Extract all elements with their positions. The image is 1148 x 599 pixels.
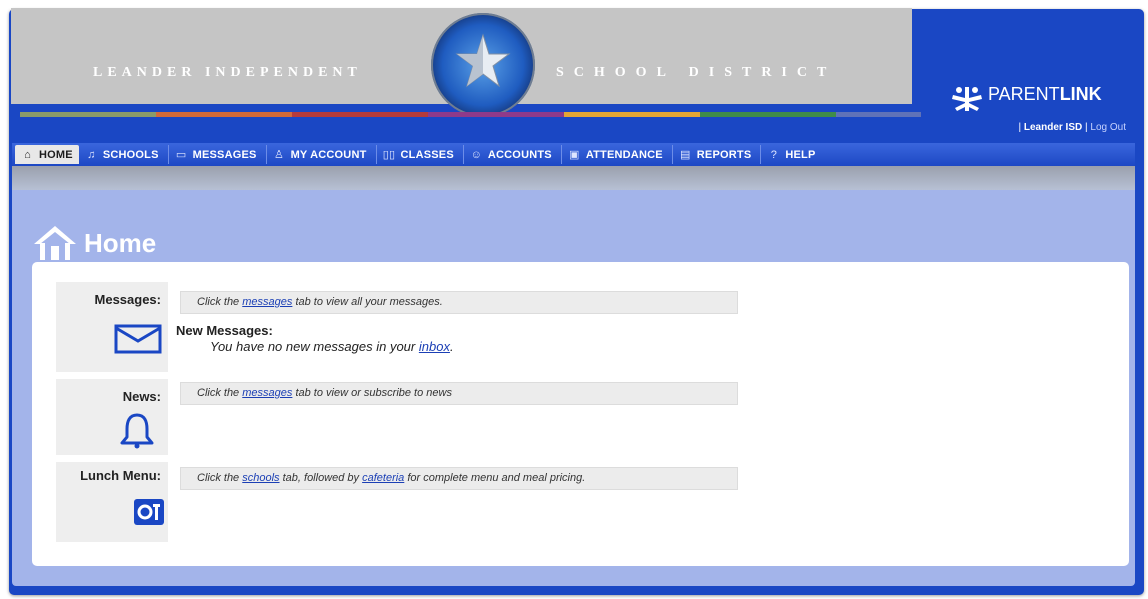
district-link[interactable]: Leander ISD [1024, 122, 1082, 133]
home-icon: ⌂ [24, 148, 31, 161]
tab-label: CLASSES [400, 148, 454, 161]
status-text: . [449, 339, 454, 354]
page-title: Home [32, 224, 156, 262]
link-separator: | [1018, 122, 1022, 133]
bell-icon: ♫ [87, 148, 96, 161]
hint-text: tab to view or subscribe to news [292, 387, 452, 399]
tab-schools[interactable]: ♫ SCHOOLS [79, 145, 169, 164]
stripe-segment [836, 112, 921, 117]
main-nav: ⌂ HOME ♫ SCHOOLS ▭ MESSAGES ♙ MY ACCOUNT… [12, 143, 1135, 166]
home-icon [34, 226, 76, 260]
parentlink-brand: PARENTLINK [988, 84, 1102, 105]
cafeteria-link[interactable]: cafeteria [362, 472, 404, 484]
lunch-tray-icon [134, 499, 164, 525]
tab-help[interactable]: ? HELP [761, 145, 824, 164]
top-links: | Leander ISD | Log Out [1018, 122, 1126, 133]
stripe-segment [292, 112, 428, 117]
hint-text: Click the [197, 387, 243, 399]
news-label: News: [122, 389, 161, 404]
tab-label: ATTENDANCE [585, 148, 663, 161]
stripe-segment [700, 112, 836, 117]
tab-messages[interactable]: ▭ MESSAGES [169, 145, 267, 164]
messages-hint: Click the messages tab to view all your … [180, 291, 738, 314]
news-section: News: Click the messages tab to view or … [56, 379, 756, 455]
tab-label: MESSAGES [192, 148, 257, 161]
tab-classes[interactable]: ▯▯ CLASSES [377, 145, 464, 164]
messages-section: Messages: Click the messages tab to view… [56, 282, 756, 372]
tab-label: REPORTS [696, 148, 752, 161]
new-messages-title: New Messages: [176, 323, 273, 338]
banner-left-text: Leander Independent [93, 65, 362, 80]
messages-tab-link[interactable]: messages [242, 296, 292, 308]
logout-link[interactable]: Log Out [1090, 122, 1126, 133]
tab-reports[interactable]: ▤ REPORTS [673, 145, 762, 164]
link-separator: | [1085, 122, 1088, 133]
envelope-icon: ▭ [175, 149, 187, 161]
book-icon: ▯▯ [382, 149, 396, 161]
calendar-icon: ▣ [569, 149, 580, 161]
tab-home[interactable]: ⌂ HOME [15, 145, 79, 164]
hint-text: for complete menu and meal pricing. [404, 472, 586, 484]
hint-text: tab to view all your messages. [292, 296, 443, 308]
nav-subband [12, 166, 1135, 190]
parentlink-logo-icon [952, 87, 982, 111]
new-messages-status: You have no new messages in your inbox. [210, 339, 454, 354]
bell-icon [120, 413, 154, 449]
hint-text: Click the [197, 472, 243, 484]
hint-text: tab, followed by [279, 472, 363, 484]
stripe-segment [564, 112, 700, 117]
lunch-hint: Click the schools tab, followed by cafet… [180, 467, 738, 490]
stripe-segment [428, 112, 564, 117]
page-title-text: Home [84, 227, 157, 258]
district-banner: Leander Independent School District [11, 8, 912, 117]
lunch-section: Lunch Menu: Click the schools tab, follo… [56, 462, 756, 542]
brand-name-light: PARENT [988, 84, 1060, 104]
inbox-link[interactable]: inbox [419, 339, 450, 354]
banner-right-text: School District [556, 65, 837, 80]
tab-label: HOME [39, 148, 73, 161]
tab-attendance[interactable]: ▣ ATTENDANCE [562, 145, 673, 164]
home-panel: Messages: Click the messages tab to view… [32, 262, 1129, 566]
tab-my-account[interactable]: ♙ MY ACCOUNT [267, 145, 377, 164]
person-icon: ♙ [274, 149, 285, 161]
news-hint: Click the messages tab to view or subscr… [180, 382, 738, 405]
tab-accounts[interactable]: ☺ ACCOUNTS [464, 145, 562, 164]
hint-text: Click the [197, 296, 243, 308]
stripe-segment [156, 112, 292, 117]
tab-label: MY ACCOUNT [290, 148, 367, 161]
report-icon: ▤ [679, 149, 691, 161]
people-icon: ☺ [470, 148, 483, 161]
messages-label-cell: Messages: [56, 282, 168, 372]
status-text: You have no new messages in your [210, 339, 419, 354]
help-icon: ? [770, 148, 778, 161]
lunch-label-cell: Lunch Menu: [56, 462, 168, 542]
tab-label: ACCOUNTS [487, 148, 552, 161]
tab-label: HELP [785, 148, 816, 161]
star-icon [455, 33, 511, 88]
messages-label: Messages: [94, 292, 161, 307]
district-seal-logo [431, 13, 535, 117]
lunch-label: Lunch Menu: [80, 468, 161, 483]
envelope-icon [114, 324, 162, 354]
stripe-segment [20, 112, 156, 117]
brand-name-bold: LINK [1059, 84, 1102, 104]
news-messages-tab-link[interactable]: messages [242, 387, 292, 399]
schools-tab-link[interactable]: schools [242, 472, 279, 484]
tab-label: SCHOOLS [102, 148, 159, 161]
news-label-cell: News: [56, 379, 168, 455]
